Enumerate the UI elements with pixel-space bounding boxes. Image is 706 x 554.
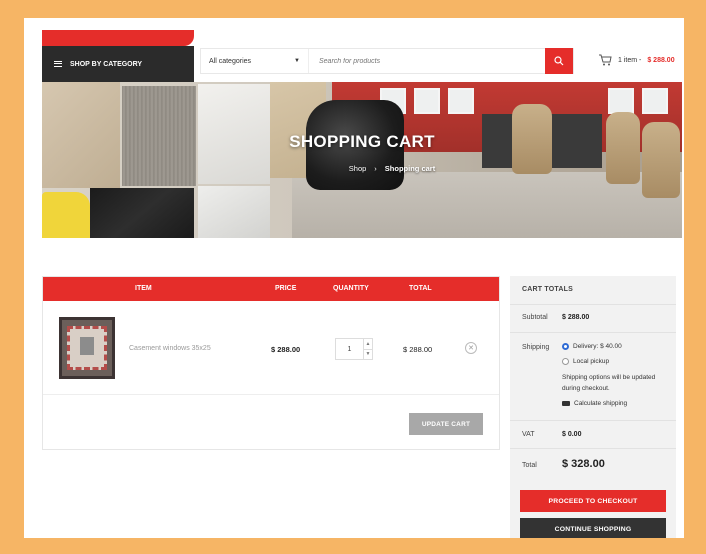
quantity-value[interactable]: 1	[336, 339, 363, 359]
mini-cart[interactable]: 1 item - $ 288.00	[598, 54, 675, 66]
shipping-option-pickup[interactable]: Local pickup	[562, 358, 609, 365]
breadcrumb-separator: ›	[374, 164, 377, 173]
product-name-link[interactable]: Casement windows 35x25	[129, 345, 211, 352]
showroom-window	[414, 88, 440, 114]
menu-icon	[54, 61, 62, 67]
vat-label: VAT	[522, 431, 535, 438]
cart-table: ITEM PRICE QUANTITY TOTAL Casement windo…	[42, 276, 500, 450]
mini-cart-count: 1 item -	[618, 56, 642, 64]
vat-value: $ 0.00	[562, 431, 582, 438]
search-icon	[554, 56, 564, 66]
shop-by-category-label: SHOP BY CATEGORY	[70, 60, 143, 68]
cart-table-header: ITEM PRICE QUANTITY TOTAL	[43, 277, 499, 301]
shipping-option-delivery[interactable]: Delivery: $ 40.00	[562, 343, 622, 350]
showroom-window	[448, 88, 474, 114]
logo[interactable]	[42, 30, 194, 46]
update-cart-button[interactable]: UPDATE CART	[409, 413, 483, 435]
total-label: Total	[522, 462, 537, 469]
proceed-to-checkout-button[interactable]: PROCEED TO CHECKOUT	[520, 490, 666, 512]
shipping-label: Shipping	[522, 344, 550, 351]
subtotal-label: Subtotal	[522, 314, 548, 321]
subtotal-value: $ 288.00	[562, 314, 590, 321]
divider	[510, 304, 676, 305]
category-select-value: All categories	[209, 57, 252, 65]
column-header-total: TOTAL	[409, 285, 432, 292]
page-frame: SHOP BY CATEGORY All categories ▼ 1 item…	[24, 18, 684, 538]
column-header-item: ITEM	[135, 285, 152, 292]
shipping-option-pickup-label: Local pickup	[573, 358, 610, 365]
showroom-window	[642, 88, 668, 114]
column-header-quantity: QUANTITY	[333, 285, 369, 292]
hero-banner: SHOPPING CART Shop › Shopping cart	[42, 82, 682, 238]
search-bar: All categories ▼	[200, 48, 574, 74]
cart-totals-title: CART TOTALS	[522, 286, 573, 293]
tile-sample	[198, 186, 270, 238]
divider	[510, 448, 676, 449]
divider	[510, 332, 676, 333]
quantity-increment-icon[interactable]: ▲	[364, 339, 372, 349]
quantity-decrement-icon[interactable]: ▼	[364, 348, 372, 360]
divider	[510, 420, 676, 421]
radio-icon[interactable]	[562, 358, 569, 365]
yellow-cloth	[42, 192, 90, 238]
mini-cart-amount: $ 288.00	[647, 56, 675, 64]
cart-totals-panel: CART TOTALS Subtotal $ 288.00 Shipping D…	[510, 276, 676, 538]
remove-icon[interactable]: ✕	[465, 342, 477, 354]
continue-shopping-button[interactable]: CONTINUE SHOPPING	[520, 518, 666, 538]
shop-by-category-button[interactable]: SHOP BY CATEGORY	[42, 46, 194, 82]
shipping-option-delivery-label: Delivery: $ 40.00	[573, 343, 622, 350]
cart-icon	[599, 54, 612, 66]
column-header-price: PRICE	[275, 285, 297, 292]
quantity-arrows: ▲ ▼	[363, 339, 372, 359]
shipping-note: Shipping options will be updated during …	[562, 374, 656, 392]
page-title: SHOPPING CART	[289, 132, 435, 151]
grand-total: $ 328.00	[562, 458, 605, 470]
tile-sample	[90, 188, 194, 238]
quantity-stepper[interactable]: 1 ▲ ▼	[335, 338, 373, 360]
table-row: Casement windows 35x25 $ 288.00 1 ▲ ▼ $ …	[43, 301, 499, 395]
breadcrumb-current: Shopping cart	[384, 164, 436, 173]
calculate-shipping-label: Calculate shipping	[574, 400, 628, 407]
truck-icon	[562, 401, 570, 406]
showroom-window	[608, 88, 634, 114]
breadcrumb-shop-link[interactable]: Shop	[349, 164, 367, 173]
line-total: $ 288.00	[403, 345, 433, 354]
breadcrumb: Shop › Shopping cart	[42, 164, 682, 173]
product-image	[67, 326, 107, 370]
radio-selected-icon[interactable]	[562, 343, 569, 350]
search-input[interactable]	[309, 49, 545, 73]
search-button[interactable]	[545, 48, 573, 74]
product-thumbnail[interactable]	[59, 317, 115, 379]
caret-down-icon: ▼	[294, 58, 300, 64]
product-price: $ 288.00	[271, 345, 301, 354]
category-select[interactable]: All categories ▼	[201, 49, 309, 73]
calculate-shipping-link[interactable]: Calculate shipping	[562, 400, 627, 407]
